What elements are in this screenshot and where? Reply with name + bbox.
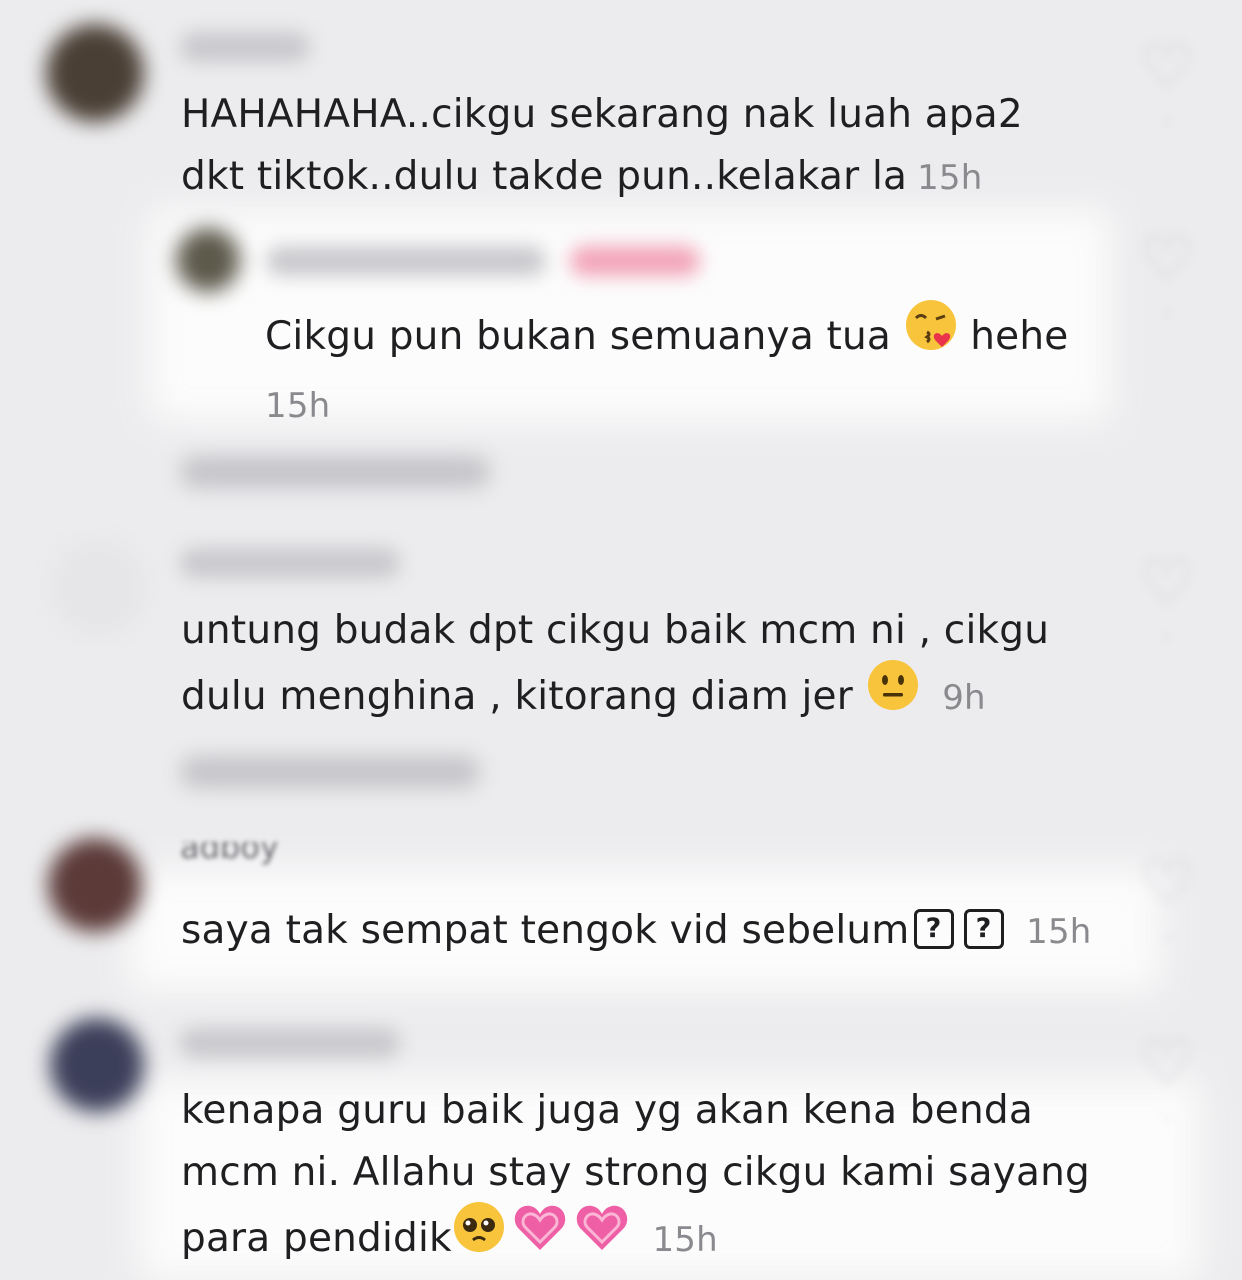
timestamp: 15h: [917, 158, 983, 198]
heart-outline-icon: ♡: [1139, 1026, 1195, 1099]
heart-outline-icon: ♡: [1139, 30, 1195, 103]
username[interactable]: adboy: [180, 842, 310, 878]
timestamp: 15h: [652, 1220, 718, 1260]
username-text: adboy: [180, 842, 279, 866]
growing-heart-emoji: [512, 1200, 568, 1273]
like-count: ·: [1163, 300, 1171, 328]
like-count: ·: [1163, 1104, 1171, 1132]
pleading-face-emoji: [452, 1200, 506, 1273]
like-count: ·: [1163, 924, 1171, 952]
comment-text: kenapa guru baik juga yg akan kena benda…: [181, 1080, 1181, 1277]
timestamp: 9h: [942, 678, 986, 718]
neutral-face-emoji: [866, 658, 920, 731]
heart-outline-icon: ♡: [1139, 222, 1195, 295]
like-count: ·: [1163, 108, 1171, 136]
comment-line: mcm ni. Allahu stay strong cikgu kami sa…: [181, 1150, 1090, 1195]
avatar[interactable]: [50, 540, 146, 636]
username[interactable]: [180, 32, 310, 62]
comment-line: untung budak dpt cikgu baik mcm ni , cik…: [181, 608, 1050, 653]
comment-text: untung budak dpt cikgu baik mcm ni , cik…: [181, 600, 1101, 735]
comment-line: kenapa guru baik juga yg akan kena benda: [181, 1088, 1033, 1133]
view-replies-button[interactable]: [180, 756, 480, 788]
avatar[interactable]: [48, 838, 142, 932]
like-button[interactable]: ♡ ·: [1132, 846, 1202, 953]
username[interactable]: [180, 1028, 400, 1058]
reply-line: hehe: [970, 314, 1069, 359]
avatar[interactable]: [50, 1018, 144, 1112]
reply-line: Cikgu pun bukan semuanya tua: [265, 314, 892, 359]
view-replies-button[interactable]: [180, 456, 490, 488]
comment-line: HAHAHAHA..cikgu sekarang nak luah apa2: [181, 92, 1023, 137]
like-button[interactable]: ♡ ·: [1132, 1026, 1202, 1133]
comment-line: para pendidik: [181, 1216, 452, 1261]
like-button[interactable]: ♡ ·: [1132, 30, 1202, 137]
comment-text: HAHAHAHA..cikgu sekarang nak luah apa2 d…: [181, 84, 1081, 209]
unknown-glyph-box: ?: [913, 908, 954, 949]
unknown-glyph-box: ?: [963, 908, 1004, 949]
timestamp: 15h: [1026, 912, 1092, 952]
creator-badge: [570, 246, 700, 276]
username[interactable]: [180, 548, 400, 578]
reply-text: Cikgu pun bukan semuanya tua hehe 15h: [265, 300, 1085, 437]
timestamp: 15h: [265, 386, 331, 426]
comment-line: saya tak sempat tengok vid sebelum: [181, 908, 910, 953]
avatar[interactable]: [176, 228, 240, 292]
comment-text: saya tak sempat tengok vid sebelum?? 15h: [181, 900, 1141, 963]
face-blowing-kiss-emoji: [904, 298, 958, 371]
like-button[interactable]: ♡ ·: [1132, 222, 1202, 329]
like-count: ·: [1163, 624, 1171, 652]
growing-heart-emoji: [574, 1200, 630, 1273]
heart-outline-icon: ♡: [1139, 546, 1195, 619]
heart-outline-icon: ♡: [1139, 846, 1195, 919]
comment-line: dulu menghina , kitorang diam jer: [181, 674, 853, 719]
like-button[interactable]: ♡ ·: [1132, 546, 1202, 653]
avatar[interactable]: [46, 24, 144, 122]
comment-line: dkt tiktok..dulu takde pun..kelakar la: [181, 154, 908, 199]
username[interactable]: [266, 246, 546, 276]
